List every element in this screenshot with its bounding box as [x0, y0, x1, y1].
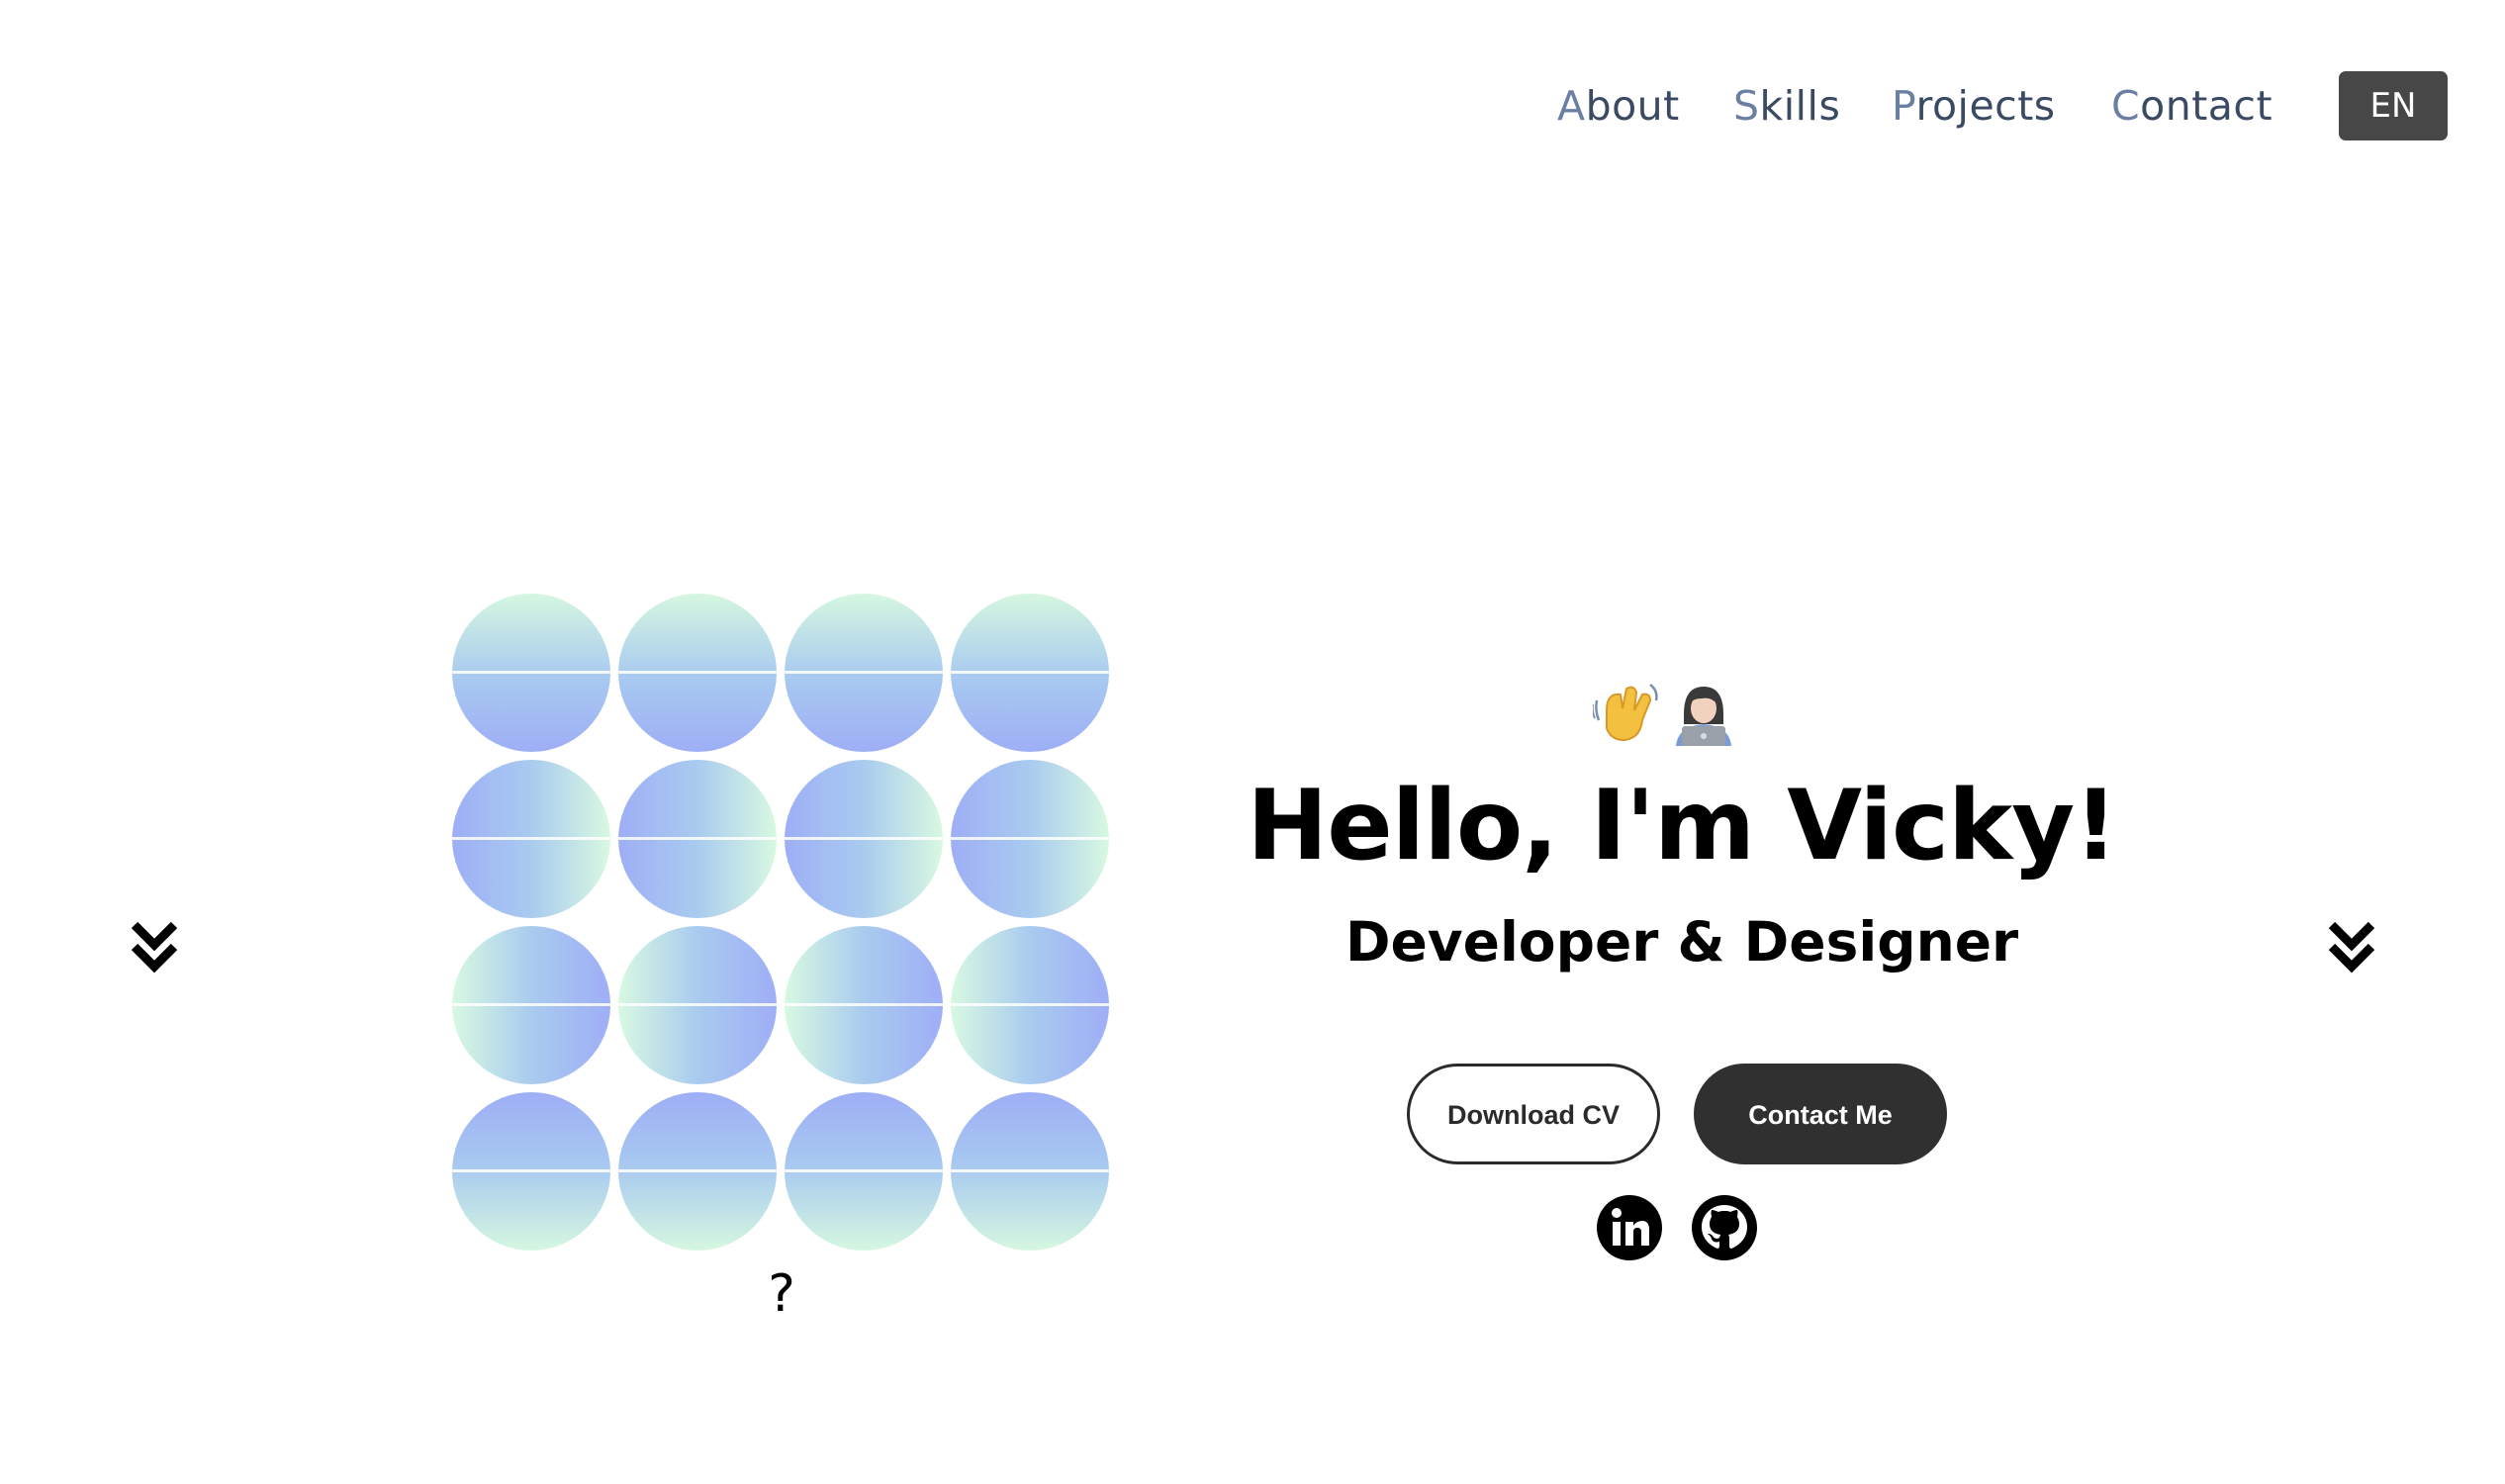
hero-emojis — [1593, 684, 1731, 746]
art-circle — [785, 926, 943, 1084]
double-chevron-down-icon[interactable] — [130, 920, 179, 974]
nav-link-skills[interactable]: Skills — [1733, 71, 1840, 140]
art-circle — [618, 760, 777, 918]
top-nav: About Skills Projects Contact EN — [0, 71, 2505, 140]
nav-projects-initial: P — [1892, 82, 1916, 130]
language-toggle-button[interactable]: EN — [2339, 71, 2448, 140]
double-chevron-down-icon[interactable] — [2327, 920, 2376, 974]
nav-link-projects[interactable]: Projects — [1892, 71, 2056, 140]
question-mark-hint[interactable]: ? — [762, 1264, 801, 1324]
hero-greeting: Hello, I'm Vicky! — [1247, 770, 2118, 882]
nav-link-contact[interactable]: Contact — [2111, 71, 2273, 140]
contact-me-button[interactable]: Contact Me — [1694, 1064, 1947, 1164]
art-circle — [452, 760, 610, 918]
nav-contact-rest: ontact — [2140, 82, 2273, 130]
art-circle — [785, 760, 943, 918]
art-circle — [951, 1092, 1109, 1251]
download-cv-button[interactable]: Download CV — [1407, 1064, 1660, 1164]
art-circle — [618, 1092, 777, 1251]
nav-about-rest: bout — [1585, 82, 1680, 130]
art-circle — [785, 1092, 943, 1251]
art-circle — [951, 760, 1109, 918]
hero-role: Developer & Designer — [1345, 910, 2019, 974]
art-circle — [951, 594, 1109, 752]
nav-about-initial: A — [1557, 82, 1586, 130]
art-circle — [452, 926, 610, 1084]
circle-art-grid[interactable] — [452, 594, 1111, 1252]
art-circle — [452, 1092, 610, 1251]
nav-skills-initial: S — [1733, 82, 1760, 130]
art-circle — [618, 926, 777, 1084]
nav-link-about[interactable]: About — [1557, 71, 1680, 140]
nav-skills-rest: kills — [1759, 82, 1841, 130]
waving-hand-icon — [1593, 684, 1658, 742]
github-icon[interactable] — [1692, 1195, 1757, 1260]
art-circle — [785, 594, 943, 752]
nav-projects-rest: rojects — [1915, 82, 2056, 130]
technologist-icon — [1676, 687, 1731, 746]
art-circle — [618, 594, 777, 752]
nav-contact-initial: C — [2111, 82, 2141, 130]
linkedin-icon[interactable] — [1597, 1195, 1662, 1260]
art-circle — [452, 594, 610, 752]
art-circle — [951, 926, 1109, 1084]
